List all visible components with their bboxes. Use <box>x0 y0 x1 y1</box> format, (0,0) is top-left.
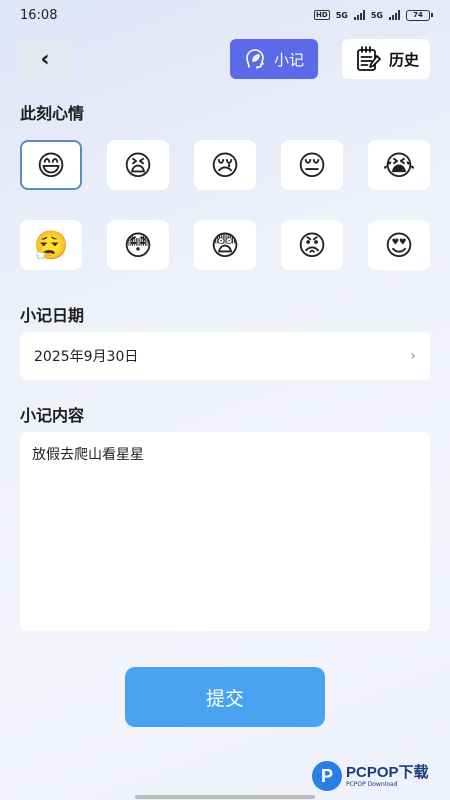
leaf-head-icon <box>246 49 264 69</box>
chevron-left-icon: ‹ <box>40 46 50 72</box>
signal-icon-2 <box>389 10 400 20</box>
date-picker[interactable]: 2025年9月30日 › <box>20 332 430 380</box>
mood-section-title: 此刻心情 <box>20 104 85 123</box>
heart-eyes-face-icon: 😍 <box>384 228 414 262</box>
mood-option-grinning[interactable]: 😄 <box>20 140 82 190</box>
note-tab-button[interactable]: 小记 <box>230 39 318 79</box>
network-label-1: 5G <box>335 10 348 20</box>
network-label-2: 5G <box>370 10 383 20</box>
signal-icon <box>353 10 365 20</box>
notepad-icon <box>357 46 381 71</box>
watermark-sub: PCPOP Download <box>346 780 398 788</box>
tired-face-icon: 😫 <box>123 148 153 182</box>
mood-option-crying[interactable]: 😢 <box>194 140 256 190</box>
angry-face-icon: 😡 <box>297 228 327 262</box>
grinning-face-icon: 😄 <box>36 148 66 182</box>
content-text: 放假去爬山看星星 <box>32 447 144 463</box>
mood-option-heart-eyes[interactable]: 😍 <box>368 220 430 270</box>
home-indicator[interactable] <box>135 795 315 799</box>
mood-option-fearful[interactable]: 😨 <box>194 220 256 270</box>
battery-icon: 74 <box>406 9 433 21</box>
pcpop-logo-icon: P <box>312 761 342 791</box>
mood-option-sobbing[interactable]: 😭 <box>368 140 430 190</box>
history-button[interactable]: 历史 <box>342 39 430 79</box>
mood-grid: 😄 😫 😢 😔 😭 😮‍💨 😳 😨 😡 😍 <box>20 140 430 270</box>
back-button[interactable]: ‹ <box>20 39 70 79</box>
date-section-title: 小记日期 <box>20 306 85 325</box>
history-label: 历史 <box>388 50 419 69</box>
submit-button[interactable]: 提交 <box>125 667 325 727</box>
date-value: 2025年9月30日 <box>34 349 139 365</box>
flushed-face-icon: 😳 <box>123 228 153 262</box>
submit-label: 提交 <box>205 687 244 710</box>
note-tab-label: 小记 <box>273 50 304 69</box>
mood-option-exhaling[interactable]: 😮‍💨 <box>20 220 82 270</box>
chevron-right-icon: › <box>410 348 416 364</box>
status-bar: 16:08 HD 5G 5G 74 <box>0 0 450 30</box>
content-section-title: 小记内容 <box>20 406 85 425</box>
mood-option-flushed[interactable]: 😳 <box>107 220 169 270</box>
fearful-face-icon: 😨 <box>210 228 240 262</box>
status-icons: HD 5G 5G 74 <box>314 9 433 21</box>
mood-option-angry[interactable]: 😡 <box>281 220 343 270</box>
mood-option-pensive[interactable]: 😔 <box>281 140 343 190</box>
watermark-text: PCPOP下载 PCPOP Download <box>346 765 429 788</box>
pensive-face-icon: 😔 <box>297 148 327 182</box>
mood-option-tired[interactable]: 😫 <box>107 140 169 190</box>
watermark-main: PCPOP下载 <box>346 763 429 781</box>
hd-badge: HD <box>314 10 330 20</box>
crying-face-icon: 😢 <box>210 148 240 182</box>
sobbing-face-icon: 😭 <box>382 148 416 182</box>
exhaling-face-icon: 😮‍💨 <box>33 228 69 262</box>
status-time: 16:08 <box>20 7 58 23</box>
watermark: P PCPOP下载 PCPOP Download <box>312 756 450 796</box>
content-textarea[interactable]: 放假去爬山看星星 <box>20 432 430 631</box>
